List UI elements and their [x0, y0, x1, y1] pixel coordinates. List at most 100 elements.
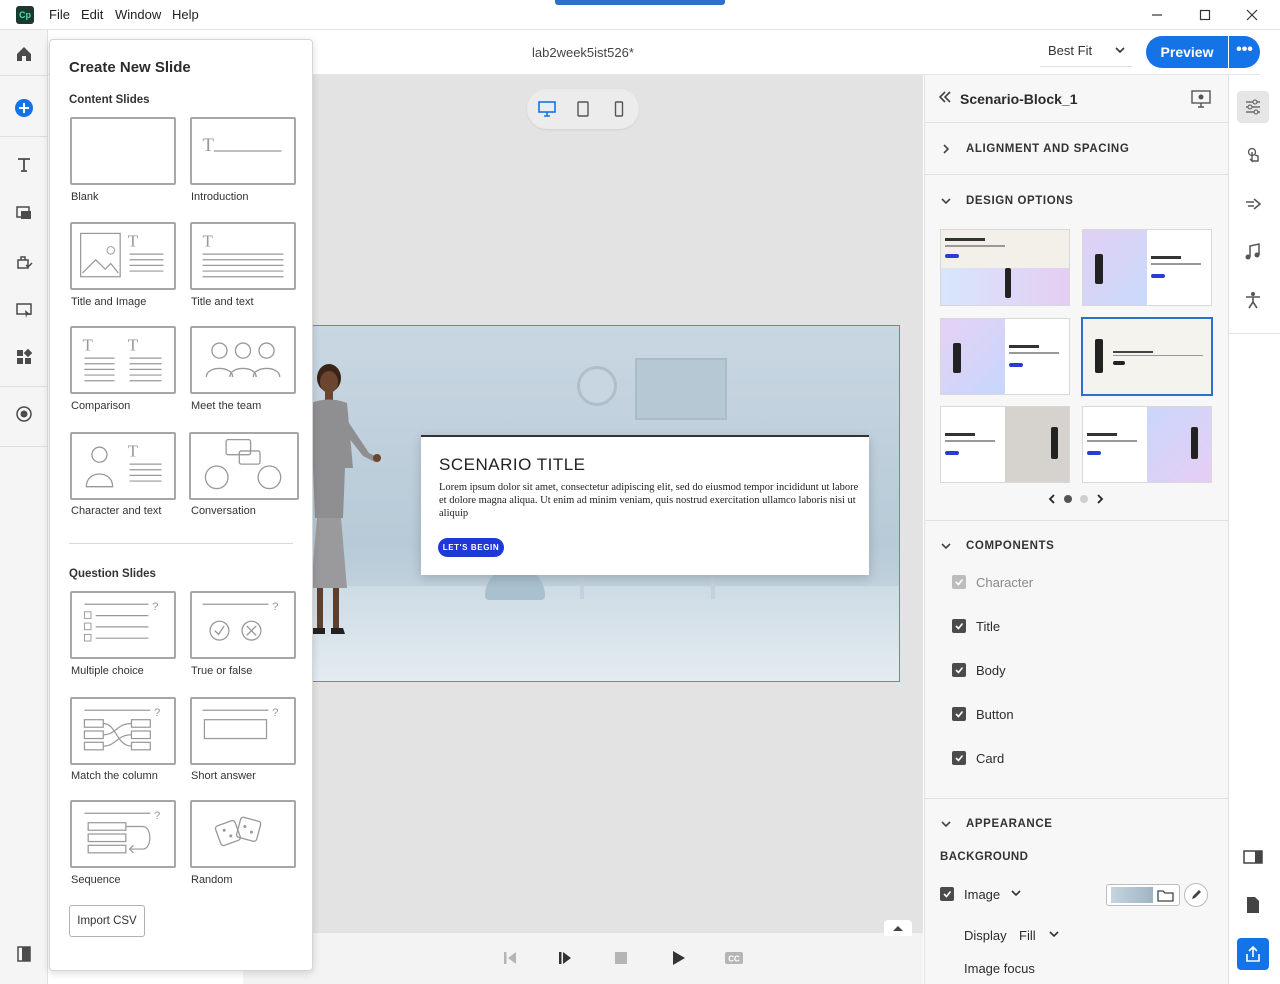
slide-template-short-answer[interactable]: ?: [190, 697, 296, 765]
scenario-card[interactable]: SCENARIO TITLE Lorem ipsum dolor sit ame…: [421, 435, 869, 575]
zoom-dropdown[interactable]: Best Fit: [1040, 38, 1132, 67]
slide-template-blank[interactable]: [70, 117, 176, 185]
background-image-checkbox[interactable]: Image: [940, 884, 1022, 904]
animation-icon[interactable]: [1240, 191, 1266, 217]
display-dropdown[interactable]: Fill: [1019, 928, 1060, 943]
component-title-checkbox[interactable]: Title: [952, 616, 1000, 636]
slide-template-character-and-text[interactable]: T: [70, 432, 176, 500]
publish-share-icon[interactable]: [1237, 938, 1269, 970]
edit-icon[interactable]: [1184, 883, 1208, 907]
stop-icon[interactable]: [609, 946, 633, 970]
slide-template-sequence[interactable]: ?: [70, 800, 176, 868]
slide-template-title-and-image[interactable]: T: [70, 222, 176, 290]
menu-edit[interactable]: Edit: [81, 7, 103, 22]
component-button-checkbox[interactable]: Button: [952, 704, 1014, 724]
section-appearance[interactable]: APPEARANCE: [966, 818, 1053, 830]
design-option-3[interactable]: [940, 318, 1070, 395]
scenario-title[interactable]: SCENARIO TITLE: [439, 455, 586, 475]
component-card-checkbox[interactable]: Card: [952, 748, 1004, 768]
content-slides-heading: Content Slides: [69, 94, 150, 106]
widgets-icon[interactable]: [12, 298, 36, 322]
chevron-right-icon[interactable]: [940, 143, 952, 158]
chevron-down-icon[interactable]: [940, 818, 952, 833]
chevron-up-icon[interactable]: [884, 920, 912, 936]
chevron-left-icon[interactable]: [1046, 493, 1058, 508]
record-icon[interactable]: [12, 402, 36, 426]
properties-sliders-icon[interactable]: [1240, 94, 1266, 120]
window-accent-bar: [555, 0, 725, 5]
chevron-down-icon[interactable]: [940, 195, 952, 210]
slide-template-multiple-choice[interactable]: ?: [70, 591, 176, 659]
chevron-right-icon[interactable]: [1094, 493, 1106, 508]
svg-text:T: T: [83, 336, 94, 355]
rail-divider: [0, 446, 48, 447]
section-design-options[interactable]: DESIGN OPTIONS: [966, 195, 1073, 207]
section-components[interactable]: COMPONENTS: [966, 540, 1054, 552]
svg-text:?: ?: [154, 810, 160, 822]
home-icon[interactable]: [12, 42, 36, 66]
design-option-1[interactable]: [940, 229, 1070, 306]
add-slide-icon[interactable]: [12, 96, 36, 120]
text-icon[interactable]: [12, 153, 36, 177]
previous-slide-icon[interactable]: [498, 946, 522, 970]
design-option-6[interactable]: [1082, 406, 1212, 483]
folder-icon[interactable]: [1157, 888, 1175, 905]
slide-template-comparison[interactable]: TT: [70, 326, 176, 394]
background-image-field[interactable]: [1106, 884, 1180, 906]
media-icon[interactable]: [12, 201, 36, 225]
chevron-down-icon: [1048, 928, 1060, 943]
close-icon[interactable]: [1241, 4, 1263, 26]
next-slide-icon[interactable]: [553, 946, 577, 970]
import-csv-button[interactable]: Import CSV: [69, 905, 145, 937]
play-icon[interactable]: [666, 946, 690, 970]
minimize-icon[interactable]: [1146, 4, 1168, 26]
menu-file[interactable]: File: [49, 7, 70, 22]
maximize-icon[interactable]: [1194, 4, 1216, 26]
design-option-2[interactable]: [1082, 229, 1212, 306]
section-divider: [924, 520, 1228, 521]
scenario-body[interactable]: Lorem ipsum dolor sit amet, consectetur …: [439, 481, 859, 520]
slides-panel-icon[interactable]: [12, 942, 36, 966]
slide-template-introduction[interactable]: T: [190, 117, 296, 185]
design-option-4-selected[interactable]: [1082, 318, 1212, 395]
template-label: Character and text: [71, 505, 162, 517]
closed-captions-icon[interactable]: CC: [722, 946, 746, 970]
component-body-checkbox[interactable]: Body: [952, 660, 1006, 680]
interaction-touch-icon[interactable]: [1240, 143, 1266, 169]
document-title: lab2week5ist526*: [532, 45, 634, 60]
slide-template-conversation[interactable]: [189, 432, 299, 500]
lets-begin-button[interactable]: LET'S BEGIN: [438, 538, 504, 557]
chevron-down-icon[interactable]: [1010, 887, 1022, 902]
preview-button[interactable]: Preview: [1146, 36, 1228, 68]
accessibility-icon[interactable]: [1240, 287, 1266, 313]
design-option-5[interactable]: [940, 406, 1070, 483]
chevron-down-icon[interactable]: [940, 540, 952, 555]
slide-template-title-and-text[interactable]: T: [190, 222, 296, 290]
slide-template-true-or-false[interactable]: ?: [190, 591, 296, 659]
tablet-view-icon[interactable]: [569, 98, 597, 120]
section-alignment[interactable]: ALIGNMENT AND SPACING: [966, 143, 1129, 155]
slide-preview[interactable]: SCENARIO TITLE Lorem ipsum dolor sit ame…: [244, 325, 900, 682]
more-options-button[interactable]: •••: [1229, 36, 1260, 68]
checkmark-icon: [952, 663, 966, 677]
desktop-view-icon[interactable]: [533, 98, 561, 120]
component-character-checkbox[interactable]: Character: [952, 572, 1033, 592]
menu-window[interactable]: Window: [115, 7, 161, 22]
layout-panel-icon[interactable]: [1240, 844, 1266, 870]
slide-template-match-the-column[interactable]: ?: [70, 697, 176, 765]
page-dot-active[interactable]: [1064, 495, 1072, 503]
audio-icon[interactable]: [1240, 239, 1266, 265]
preview-block-icon[interactable]: [1190, 89, 1212, 109]
back-icon[interactable]: [938, 90, 952, 107]
document-icon[interactable]: [1240, 892, 1266, 918]
page-dot[interactable]: [1080, 495, 1088, 503]
assets-icon[interactable]: [12, 345, 36, 369]
mobile-view-icon[interactable]: [605, 98, 633, 120]
template-label: Sequence: [71, 874, 121, 886]
slide-template-random[interactable]: [190, 800, 296, 868]
slide-template-meet-the-team[interactable]: [190, 326, 296, 394]
menu-help[interactable]: Help: [172, 7, 199, 22]
interactions-icon[interactable]: [12, 250, 36, 274]
svg-text:T: T: [128, 232, 139, 251]
template-label: Multiple choice: [71, 665, 144, 677]
